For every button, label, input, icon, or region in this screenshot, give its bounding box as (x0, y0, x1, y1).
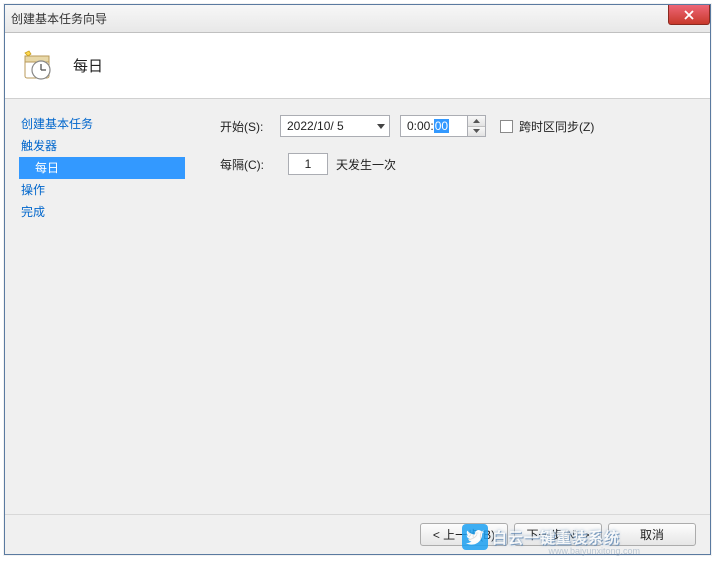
start-row: 开始(S): 2022/10/ 5 0:00:00 (220, 115, 692, 137)
date-picker[interactable]: 2022/10/ 5 (280, 115, 390, 137)
time-picker[interactable]: 0:00:00 (400, 115, 486, 137)
watermark-url: www.baiyunxitong.com (548, 546, 640, 556)
calendar-clock-icon (23, 50, 55, 82)
wizard-content: 开始(S): 2022/10/ 5 0:00:00 (190, 99, 710, 514)
close-button[interactable] (668, 5, 710, 25)
next-button[interactable]: 下一步(N) > (514, 523, 602, 546)
spinner-up-button[interactable] (468, 116, 485, 127)
interval-suffix: 天发生一次 (336, 156, 396, 173)
window-title: 创建基本任务向导 (11, 10, 107, 27)
cancel-button[interactable]: 取消 (608, 523, 696, 546)
wizard-header: 每日 (5, 33, 710, 99)
close-icon (683, 10, 695, 20)
sidebar-item-trigger[interactable]: 触发器 (19, 135, 190, 157)
interval-input[interactable]: 1 (288, 153, 328, 175)
chevron-down-icon (377, 124, 385, 129)
sidebar-item-create-task[interactable]: 创建基本任务 (19, 113, 190, 135)
time-value: 0:00:00 (401, 119, 449, 133)
wizard-window: 创建基本任务向导 每日 创建基本任务 触发器 每日 操作 完成 (4, 4, 711, 555)
sidebar-item-action[interactable]: 操作 (19, 179, 190, 201)
back-button[interactable]: < 上一步(B) (420, 523, 508, 546)
sync-timezone-checkbox[interactable] (500, 120, 513, 133)
titlebar: 创建基本任务向导 (5, 5, 710, 33)
wizard-footer: 白云一键重装系统 www.baiyunxitong.com < 上一步(B) 下… (5, 514, 710, 554)
interval-label: 每隔(C): (220, 156, 280, 173)
start-label: 开始(S): (220, 118, 280, 135)
sidebar-item-daily[interactable]: 每日 (19, 157, 185, 179)
sidebar-item-finish[interactable]: 完成 (19, 201, 190, 223)
chevron-up-icon (473, 119, 480, 123)
chevron-down-icon (473, 129, 480, 133)
sync-timezone-label: 跨时区同步(Z) (519, 118, 594, 135)
date-value: 2022/10/ 5 (287, 119, 344, 133)
wizard-sidebar: 创建基本任务 触发器 每日 操作 完成 (5, 99, 190, 514)
wizard-body: 创建基本任务 触发器 每日 操作 完成 开始(S): 2022/10/ 5 0:… (5, 99, 710, 514)
interval-row: 每隔(C): 1 天发生一次 (220, 153, 692, 175)
spinner-down-button[interactable] (468, 127, 485, 137)
page-title: 每日 (73, 55, 103, 76)
time-spinner (467, 116, 485, 136)
